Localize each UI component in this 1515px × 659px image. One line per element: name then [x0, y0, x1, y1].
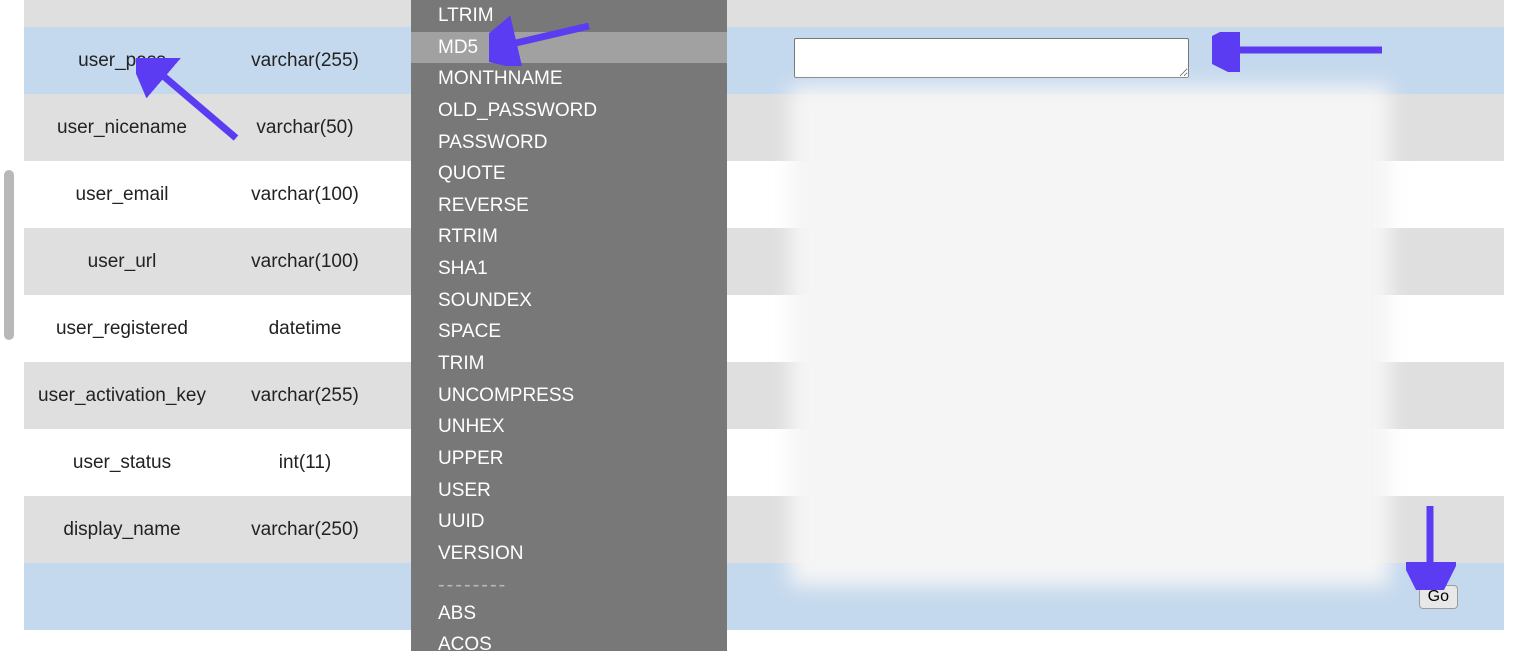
dropdown-option[interactable]: ACOS [411, 629, 727, 651]
dropdown-option[interactable]: ABS [411, 598, 727, 630]
column-type: varchar(100) [220, 251, 390, 273]
dropdown-option[interactable]: QUOTE [411, 158, 727, 190]
column-type: varchar(100) [220, 184, 390, 206]
annotation-arrow-value-input [1212, 32, 1392, 72]
dropdown-option[interactable]: UNHEX [411, 411, 727, 443]
table-row [24, 0, 1504, 27]
column-name: display_name [24, 519, 220, 541]
column-name: user_status [24, 452, 220, 474]
function-dropdown-listbox[interactable]: LTRIMMD5MONTHNAMEOLD_PASSWORDPASSWORDQUO… [411, 0, 727, 651]
dropdown-separator: -------- [438, 574, 727, 597]
annotation-arrow-user-pass [136, 58, 246, 148]
dropdown-option[interactable]: REVERSE [411, 190, 727, 222]
annotation-arrow-go-button [1406, 500, 1456, 590]
column-value [794, 38, 1504, 84]
dropdown-option[interactable]: RTRIM [411, 221, 727, 253]
dropdown-option[interactable]: UUID [411, 506, 727, 538]
column-name: user_url [24, 251, 220, 273]
dropdown-option[interactable]: SPACE [411, 316, 727, 348]
column-type: datetime [220, 318, 390, 340]
value-input[interactable] [794, 38, 1189, 78]
dropdown-option[interactable]: PASSWORD [411, 127, 727, 159]
column-type: varchar(255) [220, 385, 390, 407]
annotation-arrow-md5 [489, 16, 599, 66]
dropdown-option[interactable]: SOUNDEX [411, 285, 727, 317]
vertical-scrollbar-thumb[interactable] [4, 170, 14, 340]
dropdown-option[interactable]: MONTHNAME [411, 63, 727, 95]
column-name: user_registered [24, 318, 220, 340]
dropdown-option[interactable]: SHA1 [411, 253, 727, 285]
dropdown-option[interactable]: OLD_PASSWORD [411, 95, 727, 127]
column-name: user_email [24, 184, 220, 206]
dropdown-option[interactable]: VERSION [411, 538, 727, 570]
blurred-region [790, 86, 1390, 586]
dropdown-option[interactable]: UNCOMPRESS [411, 380, 727, 412]
column-type: varchar(250) [220, 519, 390, 541]
dropdown-option[interactable]: TRIM [411, 348, 727, 380]
column-name: user_activation_key [24, 385, 220, 407]
dropdown-option[interactable]: USER [411, 475, 727, 507]
column-type: int(11) [220, 452, 390, 474]
dropdown-option[interactable]: UPPER [411, 443, 727, 475]
